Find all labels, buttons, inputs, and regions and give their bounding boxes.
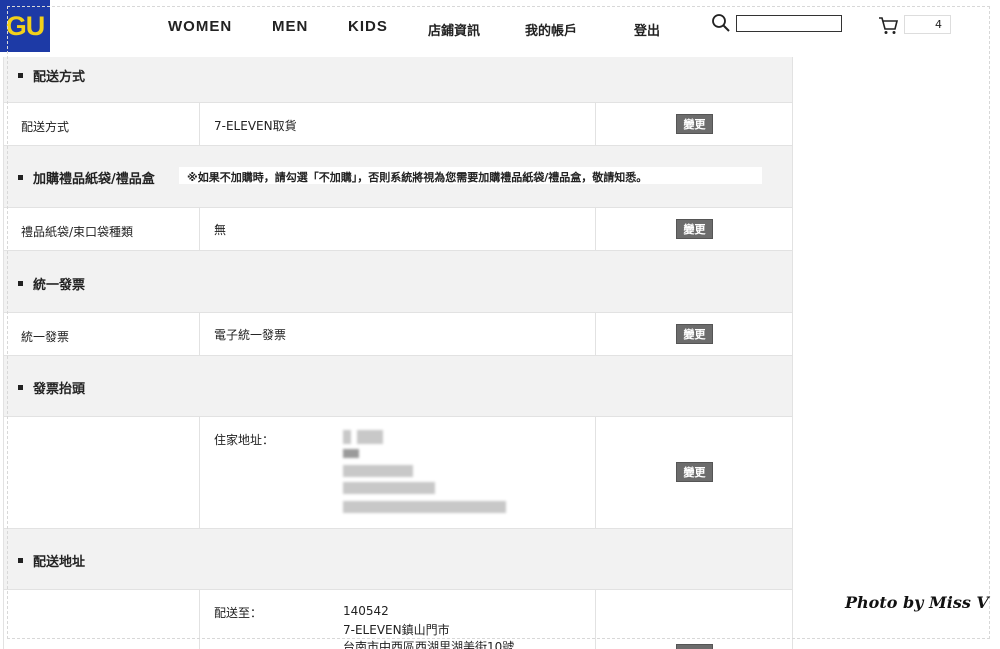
empty-label-cell	[4, 590, 200, 649]
nav-my-account[interactable]: 我的帳戶	[525, 20, 577, 39]
section-giftbag-header: 加購禮品紙袋/禮品盒 ※如果不加購時，請勾選「不加購」，否則系統將視為您需要加購…	[4, 146, 792, 208]
bullet-icon	[18, 558, 23, 563]
nav-store-info[interactable]: 店鋪資訊	[428, 20, 480, 39]
nav-logout[interactable]: 登出	[634, 20, 660, 39]
empty-label-cell	[4, 417, 200, 528]
shipping-address: 台南市中西區西湖里湖美街10號	[343, 640, 515, 649]
delivery-value: 7-ELEVEN取貨	[214, 119, 297, 133]
shipping-postcode: 140542	[343, 604, 389, 618]
section-title: 配送地址	[33, 555, 86, 570]
section-invoice-title-header: 發票抬頭	[4, 356, 792, 417]
nav-women[interactable]: WOMEN	[168, 18, 232, 35]
home-address-label: 住家地址：	[214, 433, 275, 447]
cart-count[interactable]: 4	[904, 15, 951, 34]
section-delivery-header: 配送方式	[4, 57, 792, 103]
search-icon[interactable]	[711, 13, 731, 33]
row-label: 統一發票	[21, 330, 70, 344]
shipping-row: 配送至： 140542 7-ELEVEN鎮山門市 台南市中西區西湖里湖美街10號	[4, 590, 792, 649]
giftbag-notice: ※如果不加購時，請勾選「不加購」，否則系統將視為您需要加購禮品紙袋/禮品盒，敬請…	[179, 167, 762, 184]
nav-men[interactable]: MEN	[272, 18, 308, 35]
section-shipping-header: 配送地址	[4, 529, 792, 590]
shipping-change-button[interactable]	[676, 644, 713, 649]
invoice-row: 統一發票 電子統一發票 變更	[4, 313, 792, 356]
section-title: 加購禮品紙袋/禮品盒	[33, 172, 155, 187]
giftbag-row: 禮品紙袋/束口袋種類 無 變更	[4, 208, 792, 251]
site-header: GU WOMEN MEN KIDS 店鋪資訊 我的帳戶 登出 4	[0, 0, 1000, 57]
logo-text: GU	[5, 10, 45, 41]
bullet-icon	[18, 281, 23, 286]
invoice-change-button[interactable]: 變更	[676, 324, 713, 344]
invoice-value: 電子統一發票	[214, 328, 287, 342]
section-title: 統一發票	[33, 278, 86, 293]
cart-icon[interactable]	[878, 14, 900, 36]
order-form: 配送方式 配送方式 7-ELEVEN取貨 變更 加購禮品紙袋/禮品盒 ※如果不加…	[3, 57, 793, 649]
row-label: 配送方式	[21, 120, 70, 134]
delivery-row: 配送方式 7-ELEVEN取貨 變更	[4, 103, 792, 146]
invoice-title-row: 住家地址： 變更	[4, 417, 792, 529]
section-title: 發票抬頭	[33, 382, 86, 397]
giftbag-change-button[interactable]: 變更	[676, 219, 713, 239]
bullet-icon	[18, 73, 23, 78]
bullet-icon	[18, 175, 23, 180]
section-title: 配送方式	[33, 70, 86, 85]
bullet-icon	[18, 385, 23, 390]
giftbag-value: 無	[214, 223, 227, 237]
row-label: 禮品紙袋/束口袋種類	[21, 225, 134, 239]
section-invoice-header: 統一發票	[4, 251, 792, 313]
delivery-change-button[interactable]: 變更	[676, 114, 713, 134]
photo-watermark: Photo by Miss V	[845, 593, 989, 612]
shipping-store: 7-ELEVEN鎮山門市	[343, 623, 450, 637]
gu-logo[interactable]: GU	[0, 0, 50, 52]
ship-to-label: 配送至：	[214, 606, 263, 620]
search-input[interactable]	[736, 15, 842, 32]
invoice-title-change-button[interactable]: 變更	[676, 462, 713, 482]
nav-kids[interactable]: KIDS	[348, 18, 388, 35]
